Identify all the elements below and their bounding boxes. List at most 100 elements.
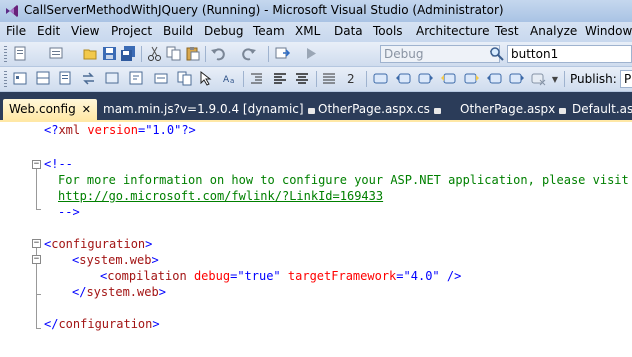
menu-view[interactable]: View bbox=[71, 24, 99, 38]
start-debug-icon[interactable] bbox=[302, 45, 319, 62]
menu-team[interactable]: Team bbox=[253, 24, 285, 38]
tab-mam-min-js[interactable]: mam.min.js?v=1.9.0.4 [dynamic] bbox=[97, 99, 315, 120]
close-icon[interactable]: ✕ bbox=[82, 103, 91, 116]
align-left-icon[interactable] bbox=[272, 70, 289, 87]
outline-line bbox=[36, 169, 37, 209]
align-center-icon[interactable] bbox=[294, 70, 311, 87]
solution-config-combo[interactable]: Debug ▼ bbox=[380, 45, 500, 63]
find-combo[interactable]: button1 bbox=[507, 45, 632, 63]
tab-web-config[interactable]: Web.config ✕ bbox=[3, 99, 97, 120]
paste-icon[interactable] bbox=[184, 45, 201, 62]
code-line-compilation: <compilation debug="true" targetFramewor… bbox=[100, 269, 462, 283]
tab-otherpage-aspx[interactable]: OtherPage.aspx bbox=[454, 99, 567, 120]
publish-combo-value: P bbox=[624, 72, 632, 86]
menu-edit[interactable]: Edit bbox=[37, 24, 60, 38]
chevron-down-icon[interactable]: ▼ bbox=[549, 72, 561, 88]
outline-tick bbox=[36, 294, 41, 295]
uncomment-icon[interactable]: 2 bbox=[344, 70, 361, 87]
undo-icon[interactable] bbox=[210, 45, 227, 62]
toolbar-separator bbox=[366, 71, 367, 87]
find-combo-value: button1 bbox=[511, 47, 559, 61]
bookmark-folder-next-icon[interactable] bbox=[463, 70, 480, 87]
comment-icon[interactable] bbox=[321, 70, 338, 87]
outline-tick bbox=[36, 328, 41, 329]
menu-data[interactable]: Data bbox=[334, 24, 363, 38]
menu-build[interactable]: Build bbox=[163, 24, 193, 38]
menu-test[interactable]: Test bbox=[495, 24, 519, 38]
tab-label: Default.aspx bbox=[572, 102, 632, 116]
menu-xml[interactable]: XML bbox=[295, 24, 320, 38]
font-icon[interactable]: Aa bbox=[222, 70, 239, 87]
code-line-configuration-open: <configuration> bbox=[44, 237, 153, 251]
toolbar-grip[interactable] bbox=[4, 71, 7, 87]
outdent-icon[interactable] bbox=[248, 70, 265, 87]
collapse-comment-toggle[interactable]: − bbox=[32, 160, 41, 169]
save-all-icon[interactable] bbox=[120, 45, 137, 62]
visual-studio-icon bbox=[6, 5, 18, 17]
menu-bar: File Edit View Project Build Debug Team … bbox=[0, 22, 632, 42]
bookmark-next-icon[interactable] bbox=[417, 70, 434, 87]
sync-icon[interactable] bbox=[80, 70, 97, 87]
redo-icon[interactable] bbox=[240, 45, 257, 62]
menu-window[interactable]: Window bbox=[585, 24, 632, 38]
tab-label: OtherPage.aspx.cs bbox=[318, 102, 430, 116]
menu-tools[interactable]: Tools bbox=[373, 24, 403, 38]
toolbar-separator bbox=[268, 46, 269, 62]
svg-text:2: 2 bbox=[347, 72, 355, 86]
svg-text:A: A bbox=[223, 75, 230, 85]
copy-html-icon[interactable] bbox=[176, 70, 193, 87]
lock-icon bbox=[433, 108, 441, 114]
menu-file[interactable]: File bbox=[6, 24, 26, 38]
menu-debug[interactable]: Debug bbox=[204, 24, 243, 38]
publish-combo[interactable]: P bbox=[620, 70, 632, 88]
properties-icon[interactable] bbox=[153, 70, 170, 87]
comment-link[interactable]: http://go.microsoft.com/fwlink/?LinkId=1… bbox=[58, 188, 383, 204]
clear-bookmarks-icon[interactable] bbox=[530, 70, 547, 87]
formatting-toolbar: Aa 2 ▼ Publish: P bbox=[0, 67, 632, 92]
toolbar-separator bbox=[316, 71, 317, 87]
collapse-configuration-toggle[interactable]: − bbox=[32, 239, 41, 248]
navigate-icon[interactable] bbox=[274, 45, 291, 62]
toolbar-separator bbox=[243, 71, 244, 87]
copy-icon[interactable] bbox=[165, 45, 182, 62]
code-line-comment-start: <!-- bbox=[44, 157, 73, 171]
outline-line bbox=[36, 264, 37, 294]
bookmark-folder-prev-icon[interactable] bbox=[440, 70, 457, 87]
code-line-xml-declaration: <?xml version="1.0"?> bbox=[44, 123, 196, 137]
standard-toolbar: Debug ▼ button1 bbox=[0, 42, 632, 67]
open-file-icon[interactable] bbox=[82, 45, 99, 62]
source-icon[interactable] bbox=[57, 70, 74, 87]
bookmark-prev-icon[interactable] bbox=[395, 70, 412, 87]
new-project-icon[interactable] bbox=[12, 45, 29, 62]
tab-label: OtherPage.aspx bbox=[460, 102, 556, 116]
menu-project[interactable]: Project bbox=[111, 24, 152, 38]
bookmark-icon[interactable] bbox=[372, 70, 389, 87]
publish-label: Publish: bbox=[570, 72, 617, 86]
code-line-system-web-close: </system.web> bbox=[72, 285, 166, 299]
find-icon[interactable] bbox=[488, 45, 505, 62]
code-line-comment-text: For more information on how to configure… bbox=[58, 173, 629, 187]
tab-label: mam.min.js?v=1.9.0.4 [dynamic] bbox=[103, 102, 304, 116]
design-icon[interactable] bbox=[12, 70, 29, 87]
code-line-comment-end: --> bbox=[58, 205, 80, 219]
solution-config-value: Debug bbox=[384, 47, 424, 61]
tab-otherpage-aspx-cs[interactable]: OtherPage.aspx.cs bbox=[312, 99, 441, 120]
bookmark-window-next-icon[interactable] bbox=[508, 70, 525, 87]
bookmark-window-prev-icon[interactable] bbox=[486, 70, 503, 87]
toolbar-separator bbox=[564, 71, 565, 87]
toggle-icon[interactable] bbox=[104, 70, 121, 87]
collapse-system-web-toggle[interactable]: − bbox=[32, 255, 41, 264]
save-icon[interactable] bbox=[101, 45, 118, 62]
window-title: CallServerMethodWithJQuery (Running) - M… bbox=[24, 3, 504, 17]
format-icon[interactable] bbox=[128, 70, 145, 87]
menu-analyze[interactable]: Analyze bbox=[530, 24, 577, 38]
menu-architecture[interactable]: Architecture bbox=[416, 24, 489, 38]
svg-text:a: a bbox=[230, 77, 234, 85]
tab-default-aspx[interactable]: Default.aspx bbox=[566, 99, 632, 120]
split-icon[interactable] bbox=[35, 70, 52, 87]
cut-icon[interactable] bbox=[146, 45, 163, 62]
select-icon[interactable] bbox=[198, 70, 215, 87]
toolbar-grip[interactable] bbox=[4, 46, 7, 62]
add-item-icon[interactable] bbox=[48, 45, 65, 62]
code-editor[interactable]: − − − <?xml version="1.0"?> <!-- For mor… bbox=[0, 122, 632, 357]
